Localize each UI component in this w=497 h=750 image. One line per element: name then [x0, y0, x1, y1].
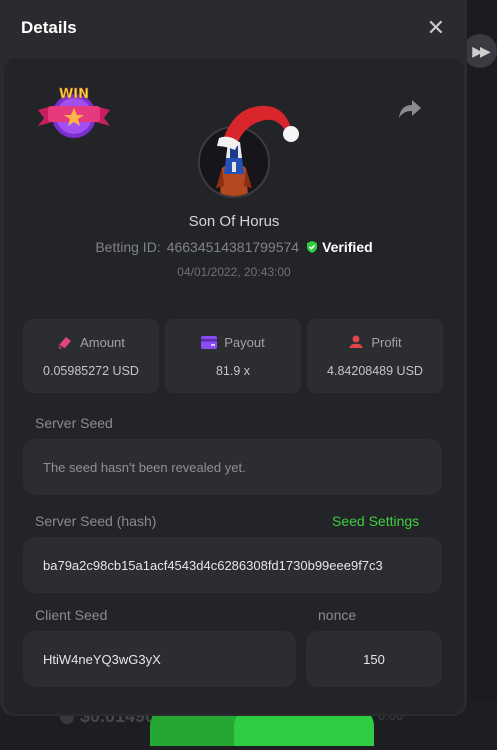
profit-icon — [349, 335, 364, 348]
stat-amount-label: Amount — [80, 334, 125, 350]
client-seed-label: Client Seed — [35, 607, 108, 623]
modal-body: WIN Son Of Horus Betting ID: 46634514381… — [4, 58, 464, 714]
stat-payout-head: Payout — [201, 334, 265, 350]
betting-id-row: Betting ID: 46634514381799574 Verified — [4, 239, 464, 255]
details-modal: Details ✕ WIN Son Of Horus Betting ID: 4… — [0, 0, 467, 716]
betting-id-value: 46634514381799574 — [166, 239, 300, 255]
stat-profit-value: 4.84208489 USD — [327, 363, 423, 378]
share-icon[interactable] — [398, 98, 422, 120]
stat-amount: Amount 0.05985272 USD — [23, 319, 159, 393]
win-badge-icon: WIN — [38, 87, 110, 138]
modal-header: Details ✕ — [0, 0, 467, 56]
server-seed-field[interactable]: The seed hasn't been revealed yet. — [23, 439, 442, 495]
player-name: Son Of Horus — [188, 213, 280, 230]
verified-badge: Verified — [305, 239, 373, 255]
stat-profit: Profit 4.84208489 USD — [307, 319, 443, 393]
nonce-field[interactable]: 150 — [306, 631, 442, 687]
avatar-wrapper — [195, 100, 305, 200]
verified-label: Verified — [322, 239, 373, 255]
close-icon[interactable]: ✕ — [427, 17, 445, 39]
stat-profit-label: Profit — [371, 334, 402, 350]
server-seed-label: Server Seed — [35, 415, 113, 431]
seed-settings-link[interactable]: Seed Settings — [332, 513, 419, 529]
skip-forward-icon[interactable]: ▶▶ — [463, 34, 497, 68]
modal-title: Details — [21, 18, 77, 37]
stat-amount-value: 0.05985272 USD — [43, 363, 139, 378]
stat-profit-head: Profit — [348, 334, 402, 350]
server-seed-hash-label: Server Seed (hash) — [35, 513, 157, 529]
payout-icon — [201, 335, 218, 349]
verified-shield-icon — [307, 241, 318, 253]
stat-payout-label: Payout — [224, 334, 265, 350]
stat-payout-value: 81.9 x — [215, 363, 251, 378]
bet-timestamp: 04/01/2022, 20:43:00 — [177, 265, 291, 279]
stat-amount-head: Amount — [57, 335, 125, 350]
nonce-label: nonce — [318, 607, 357, 623]
win-badge-text: WIN — [59, 87, 89, 102]
client-seed-field[interactable]: HtiW4neYQ3wG3yX — [23, 631, 296, 687]
stat-payout: Payout 81.9 x — [165, 319, 301, 393]
santa-hat-icon — [217, 105, 299, 150]
amount-icon — [58, 337, 72, 349]
stats-row: Amount 0.05985272 USD Payout 81.9 x Prof… — [23, 319, 443, 393]
server-seed-hash-field[interactable]: ba79a2c98cb15a1acf4543d4c6286308fd1730b9… — [23, 537, 442, 593]
betting-id-label: Betting ID: — [95, 239, 161, 255]
